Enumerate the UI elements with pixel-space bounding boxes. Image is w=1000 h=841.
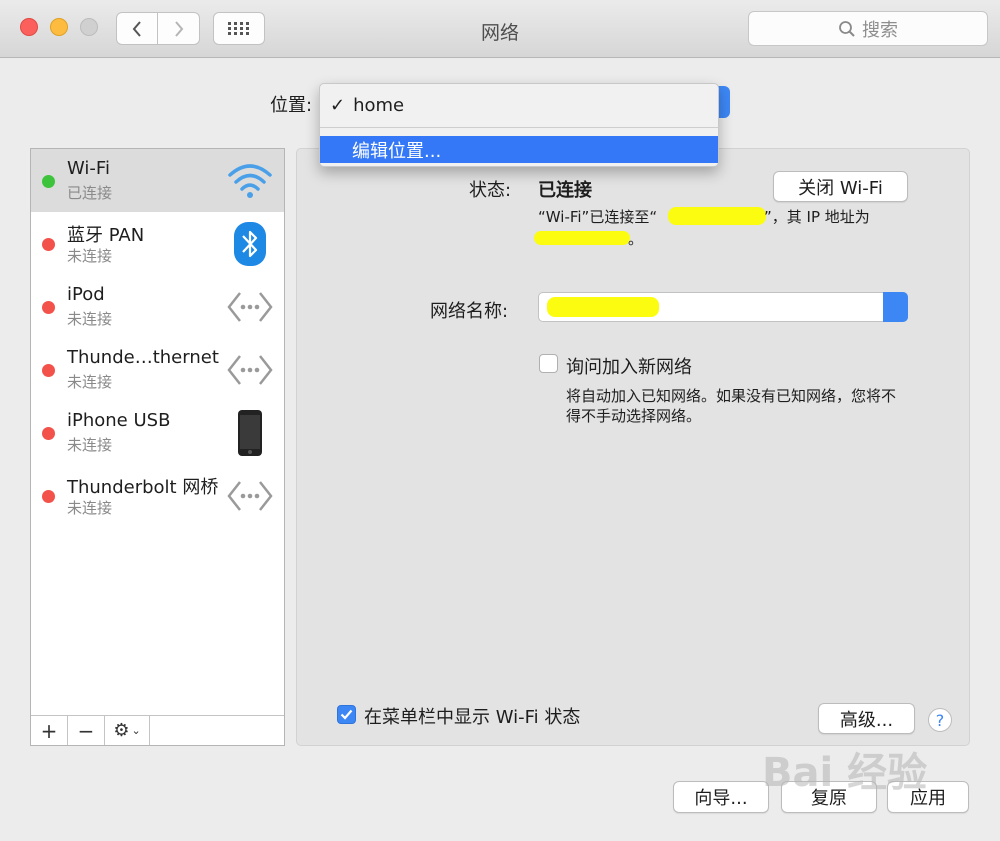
search-icon (839, 20, 855, 37)
status-dot (42, 301, 55, 314)
service-status: 未连接 (67, 499, 113, 517)
service-list: Wi-Fi 已连接 蓝牙 PAN 未连接 iPod 未连接 Thunde…the… (30, 148, 285, 746)
service-status: 未连接 (67, 373, 113, 391)
status-desc-line1-a: “Wi-Fi”已连接至“ (538, 208, 658, 226)
service-item-thunderbolt-bridge[interactable]: Thunderbolt 网桥 未连接 (31, 464, 284, 527)
service-status: 未连接 (67, 436, 113, 454)
status-desc-line2: 。 (628, 230, 644, 248)
redaction-mark (534, 231, 630, 245)
redaction-mark (547, 297, 659, 317)
location-label: 位置: (270, 95, 313, 116)
apply-button[interactable]: 应用 (887, 781, 969, 813)
service-item-thunderbolt-ethernet[interactable]: Thunde…thernet 未连接 (31, 338, 284, 401)
status-label: 状态: (469, 180, 512, 201)
show-wifi-status-checkbox[interactable] (337, 705, 356, 724)
revert-button[interactable]: 复原 (781, 781, 877, 813)
service-name: Thunderbolt 网桥 (67, 477, 219, 498)
gear-icon: ⚙ (113, 720, 130, 741)
status-dot (42, 490, 55, 503)
search-placeholder: 搜索 (862, 19, 898, 41)
status-dot (42, 238, 55, 251)
ask-join-desc-line1: 将自动加入已知网络。如果没有已知网络，您将不 (566, 387, 897, 405)
ethernet-arrows-icon (225, 472, 275, 520)
service-status: 已连接 (67, 184, 113, 202)
action-menu-button[interactable]: ⚙ ⌄ (105, 716, 150, 745)
chevron-down-icon: ⌄ (131, 724, 141, 737)
bluetooth-icon (225, 220, 275, 268)
checkmark-icon: ✓ (330, 94, 346, 116)
checkmark-icon (340, 709, 353, 720)
network-name-label: 网络名称: (430, 301, 509, 322)
location-current: home (353, 94, 405, 116)
popup-arrows-icon (883, 292, 908, 322)
ask-join-checkbox[interactable] (539, 354, 558, 373)
service-item-wifi[interactable]: Wi-Fi 已连接 (31, 149, 284, 212)
service-item-bluetooth-pan[interactable]: 蓝牙 PAN 未连接 (31, 212, 284, 275)
service-item-ipod[interactable]: iPod 未连接 (31, 275, 284, 338)
service-name: 蓝牙 PAN (67, 225, 145, 246)
assist-me-button[interactable]: 向导... (673, 781, 769, 813)
ethernet-arrows-icon (225, 283, 275, 331)
service-name: Thunde…thernet (67, 347, 219, 368)
service-name: iPod (67, 284, 105, 305)
service-name: Wi-Fi (67, 158, 110, 179)
service-item-iphone-usb[interactable]: iPhone USB 未连接 (31, 401, 284, 464)
search-input[interactable]: 搜索 (748, 11, 988, 46)
ask-join-desc-line2: 得不手动选择网络。 (566, 407, 702, 425)
remove-service-button[interactable]: − (68, 716, 105, 745)
status-dot (42, 427, 55, 440)
location-menu: ✓ home 编辑位置... (319, 83, 719, 167)
status-dot (42, 175, 55, 188)
location-menu-item-home[interactable]: ✓ home (320, 88, 718, 122)
advanced-button[interactable]: 高级... (818, 703, 915, 734)
title-bar: 网络 搜索 (0, 0, 1000, 58)
status-value: 已连接 (538, 180, 592, 201)
service-name: iPhone USB (67, 410, 171, 431)
ethernet-arrows-icon (225, 346, 275, 394)
status-dot (42, 364, 55, 377)
location-menu-item-edit[interactable]: 编辑位置... (320, 136, 718, 163)
turn-off-wifi-button[interactable]: 关闭 Wi-Fi (773, 171, 908, 202)
iphone-icon (225, 409, 275, 457)
ask-join-label: 询问加入新网络 (566, 357, 692, 378)
status-desc-line1-b: ”，其 IP 地址为 (764, 208, 870, 226)
network-name-popup[interactable] (538, 292, 908, 322)
service-status: 未连接 (67, 310, 113, 328)
show-wifi-status-label: 在菜单栏中显示 Wi-Fi 状态 (364, 707, 581, 728)
redaction-mark (668, 207, 766, 225)
menu-separator (320, 127, 718, 128)
help-button[interactable]: ? (928, 708, 952, 732)
wifi-icon (225, 157, 275, 205)
service-status: 未连接 (67, 247, 113, 265)
service-list-controls: + − ⚙ ⌄ (31, 715, 284, 745)
add-service-button[interactable]: + (31, 716, 68, 745)
